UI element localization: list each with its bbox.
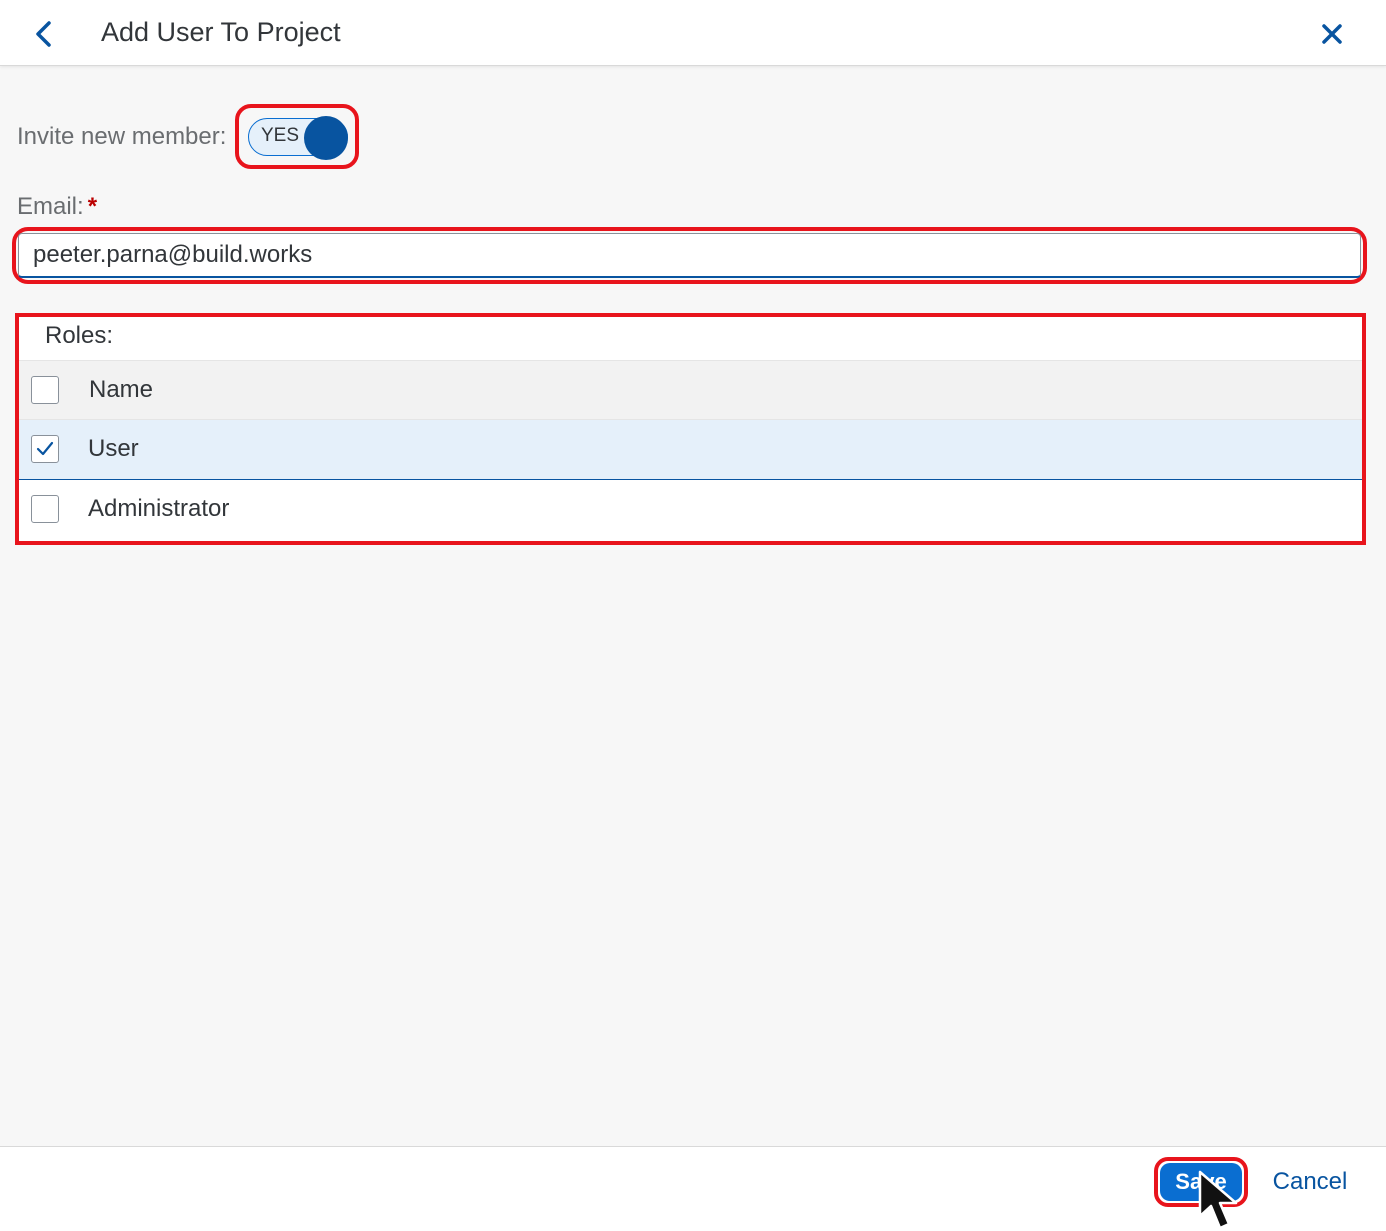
role-name: Administrator	[88, 495, 230, 522]
close-icon	[1322, 24, 1342, 44]
dialog-title: Add User To Project	[101, 17, 341, 47]
row-checkbox-administrator[interactable]	[31, 495, 59, 523]
chevron-left-icon	[36, 21, 51, 47]
toggle-text: YES	[261, 125, 300, 146]
save-button[interactable]: Save	[1160, 1163, 1242, 1201]
cancel-button[interactable]: Cancel	[1262, 1164, 1358, 1200]
table-row[interactable]: User	[19, 420, 1362, 480]
select-all-checkbox[interactable]	[31, 376, 59, 404]
dialog-header: Add User To Project	[0, 0, 1386, 66]
row-checkbox-user[interactable]	[31, 435, 59, 463]
email-field[interactable]	[18, 233, 1361, 278]
toggle-knob	[304, 116, 348, 160]
roles-table-header: Name	[19, 360, 1362, 420]
column-header-name: Name	[89, 376, 154, 403]
close-button[interactable]	[1310, 12, 1354, 56]
roles-title: Roles:	[45, 322, 114, 349]
checkmark-icon	[36, 441, 54, 456]
email-label: Email: *	[17, 192, 97, 222]
invite-toggle[interactable]: YES	[248, 116, 349, 160]
invite-label: Invite new member:	[17, 123, 227, 150]
required-marker: *	[87, 193, 98, 220]
back-button[interactable]	[22, 12, 66, 56]
roles-panel: Roles: Name User Administrator	[19, 317, 1362, 541]
table-row[interactable]: Administrator	[19, 480, 1362, 540]
email-label-text: Email:	[17, 193, 84, 220]
role-name: User	[88, 435, 139, 462]
